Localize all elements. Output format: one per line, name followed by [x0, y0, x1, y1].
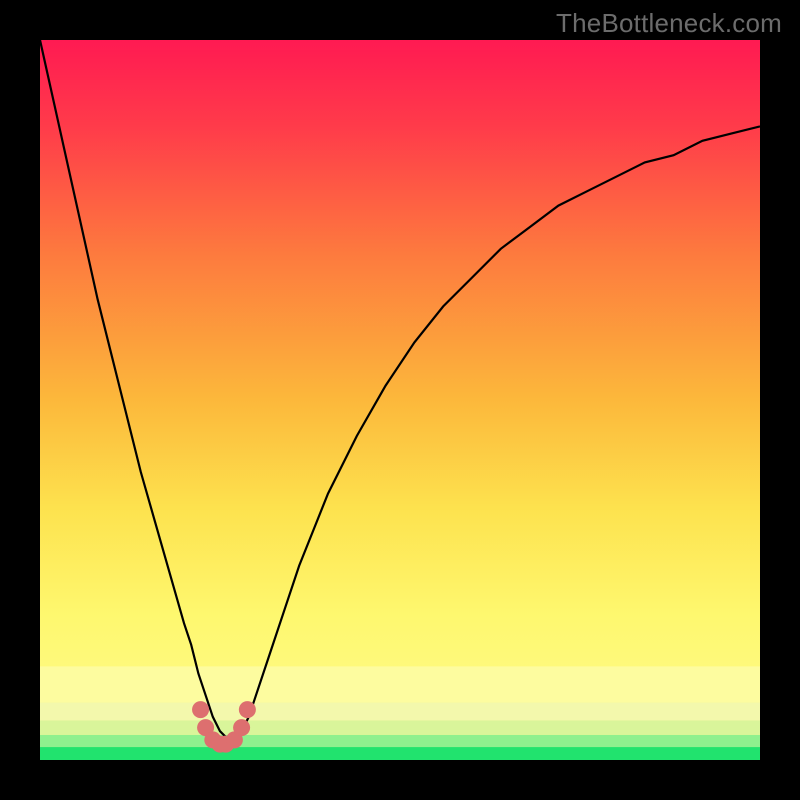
chart-frame: TheBottleneck.com — [0, 0, 800, 800]
plot-area — [40, 40, 760, 760]
pale-band-1 — [40, 720, 760, 734]
green-band — [40, 747, 760, 760]
yellow-band — [40, 666, 760, 702]
gradient-background — [40, 40, 760, 760]
pale-band-2 — [40, 702, 760, 720]
light-green-band — [40, 735, 760, 747]
chart-svg — [40, 40, 760, 760]
color-bands — [40, 666, 760, 760]
marker-dot — [192, 701, 209, 718]
marker-dot — [233, 719, 250, 736]
watermark-text: TheBottleneck.com — [556, 8, 782, 39]
marker-dot — [239, 701, 256, 718]
